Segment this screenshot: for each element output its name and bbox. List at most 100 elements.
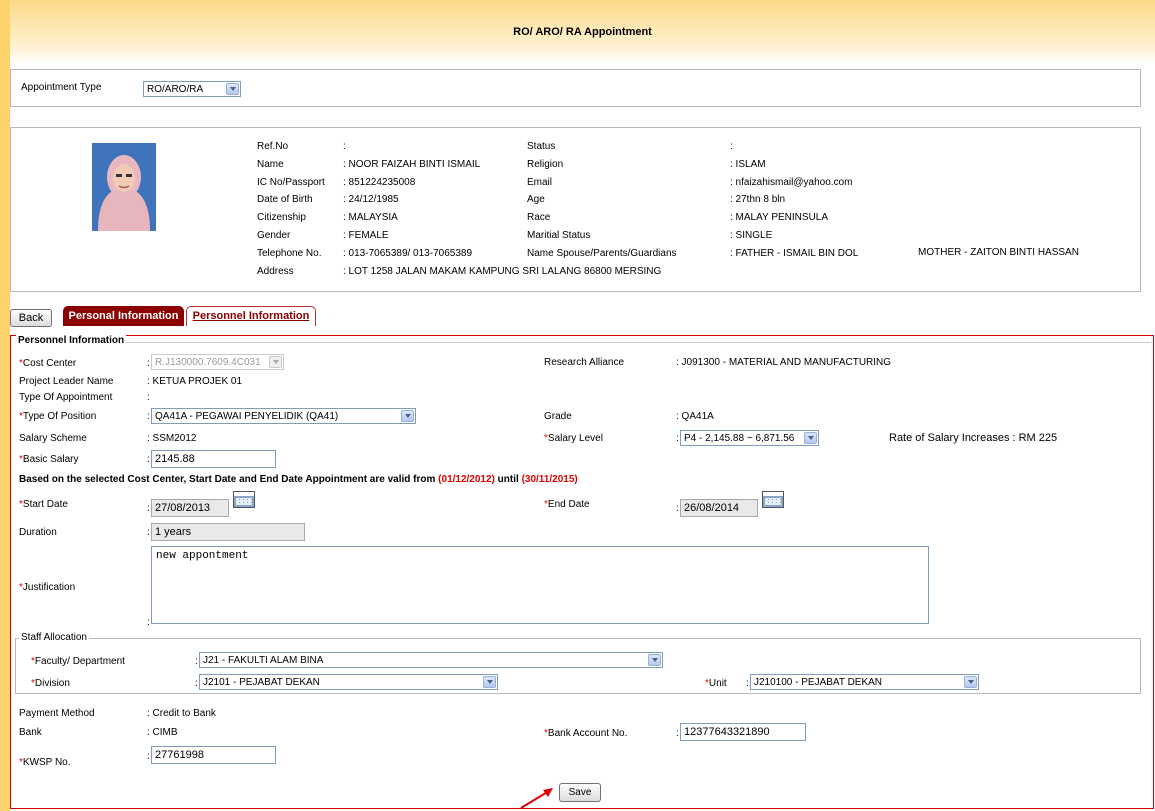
start-date-label: *Start Date: [19, 499, 68, 510]
salary-scheme-value: : SSM2012: [147, 433, 197, 444]
bank-account-input[interactable]: 12377643321890: [680, 723, 806, 741]
tab-personnel-information[interactable]: Personnel Information: [186, 306, 316, 326]
payment-method-value: : Credit to Bank: [147, 708, 216, 719]
appointment-type-value: RO/ARO/RA: [147, 84, 204, 95]
profile-field-value: : 24/12/1985: [343, 194, 399, 206]
duration-input[interactable]: 1 years: [151, 523, 305, 541]
type-appointment-label: Type Of Appointment: [19, 392, 113, 403]
mother-name: MOTHER - ZAITON BINTI HASSAN: [918, 247, 1079, 258]
staff-allocation-legend: Staff Allocation: [19, 632, 89, 643]
cost-center-select[interactable]: R.J130000.7609.4C031: [151, 354, 284, 370]
chevron-down-icon: [401, 410, 414, 422]
page-title: RO/ ARO/ RA Appointment: [513, 26, 652, 38]
profile-field-label: Name: [257, 158, 284, 170]
research-alliance-label: Research Alliance: [544, 357, 625, 368]
division-value: J2101 - PEJABAT DEKAN: [203, 677, 320, 688]
profile-field-value: : FATHER - ISMAIL BIN DOL: [730, 247, 859, 259]
profile-field-label: Ref.No: [257, 141, 289, 152]
profile-field-value: : LOT 1258 JALAN MAKAM KAMPUNG SRI LALAN…: [343, 265, 662, 277]
bank-label: Bank: [19, 727, 42, 738]
profile-field-value: :: [730, 141, 733, 152]
position-label: *Type Of Position: [19, 411, 97, 422]
faculty-select[interactable]: J21 - FAKULTI ALAM BINA: [199, 652, 663, 668]
unit-label: *Unit: [705, 678, 727, 689]
profile-field-label: Name Spouse/Parents/Guardians: [527, 247, 677, 259]
division-select[interactable]: J2101 - PEJABAT DEKAN: [199, 674, 498, 690]
profile-field-label: Email: [527, 176, 553, 188]
profile-field-label: Telephone No.: [257, 247, 322, 259]
colon: :: [147, 411, 150, 422]
payment-method-label: Payment Method: [19, 708, 95, 719]
colon: :: [147, 617, 150, 628]
grade-value: : QA41A: [676, 411, 714, 422]
appointment-type-label: Appointment Type: [21, 82, 102, 93]
type-appointment-value: :: [147, 392, 150, 403]
calendar-icon[interactable]: [233, 491, 255, 508]
appointment-type-panel: Appointment Type RO/ARO/RA: [10, 69, 1141, 107]
tab-personal-information[interactable]: Personal Information: [63, 306, 184, 326]
faculty-value: J21 - FAKULTI ALAM BINA: [203, 655, 324, 666]
position-value: QA41A - PEGAWAI PENYELIDIK (QA41): [155, 411, 339, 422]
page: RO/ ARO/ RA Appointment Appointment Type…: [10, 0, 1155, 811]
project-leader-value: : KETUA PROJEK 01: [147, 376, 243, 387]
profile-field-label: Address: [257, 265, 294, 277]
colon: :: [676, 503, 679, 514]
page-header: RO/ ARO/ RA Appointment: [10, 0, 1155, 64]
cost-center-label: *Cost Center: [19, 358, 77, 369]
profile-field-label: Maritial Status: [527, 230, 591, 241]
validity-notice: Based on the selected Cost Center, Start…: [19, 474, 578, 485]
salary-level-select[interactable]: P4 - 2,145.88 ~ 6,871.56: [680, 430, 819, 446]
justification-textarea[interactable]: new appontment: [151, 546, 929, 624]
end-date-input[interactable]: 26/08/2014: [680, 499, 758, 517]
profile-panel: Ref.No: Name : NOOR FAIZAH BINTI ISMAIL IC …: [10, 127, 1141, 292]
end-date-label: *End Date: [544, 499, 590, 510]
bank-account-label: *Bank Account No.: [544, 728, 628, 739]
profile-field-label: Status: [527, 141, 556, 152]
chevron-down-icon: [483, 676, 496, 688]
colon: :: [676, 433, 679, 444]
chevron-down-icon: [964, 676, 977, 688]
profile-field-label: Age: [527, 194, 545, 206]
chevron-down-icon: [226, 83, 239, 95]
back-button[interactable]: Back: [10, 309, 52, 327]
duration-label: Duration: [19, 527, 57, 538]
kwsp-input[interactable]: 27761998: [151, 746, 276, 764]
save-button[interactable]: Save: [559, 783, 601, 802]
profile-field-label: Date of Birth: [257, 194, 313, 206]
salary-level-label: *Salary Level: [544, 433, 603, 444]
profile-field-label: Gender: [257, 230, 291, 241]
start-date-input[interactable]: 27/08/2013: [151, 499, 229, 517]
justification-label: *Justification: [19, 582, 76, 593]
profile-field-value: : MALAY PENINSULA: [730, 212, 828, 224]
salary-level-value: P4 - 2,145.88 ~ 6,871.56: [684, 433, 795, 444]
colon: :: [746, 678, 749, 689]
profile-field-value: : 013-7065389/ 013-7065389: [343, 247, 473, 259]
calendar-icon[interactable]: [762, 491, 784, 508]
bank-value: : CIMB: [147, 727, 178, 738]
profile-field-value: : 27thn 8 bln: [730, 194, 786, 206]
colon: :: [147, 503, 150, 514]
cost-center-value: R.J130000.7609.4C031: [155, 357, 261, 368]
chevron-down-icon: [648, 654, 661, 666]
personnel-form: Personnel Information *Cost Center : R.J…: [10, 335, 1154, 809]
basic-salary-input[interactable]: 2145.88: [151, 450, 276, 468]
project-leader-label: Project Leader Name: [19, 376, 114, 387]
colon: :: [195, 656, 198, 667]
faculty-label: *Faculty/ Department: [31, 656, 125, 667]
unit-value: J210100 - PEJABAT DEKAN: [754, 677, 883, 688]
profile-field-label: Citizenship: [257, 212, 306, 224]
grade-label: Grade: [544, 411, 572, 422]
research-alliance-value: : J091300 - MATERIAL AND MANUFACTURING: [676, 357, 892, 368]
profile-field-value: : NOOR FAIZAH BINTI ISMAIL: [343, 158, 481, 170]
appointment-type-select[interactable]: RO/ARO/RA: [143, 81, 241, 97]
position-select[interactable]: QA41A - PEGAWAI PENYELIDIK (QA41): [151, 408, 416, 424]
profile-field-label: IC No/Passport: [257, 176, 325, 188]
profile-field-value: : SINGLE: [730, 230, 773, 241]
profile-field-value: : nfaizahismail@yahoo.com: [730, 176, 853, 188]
profile-field-value: : FEMALE: [343, 230, 389, 241]
profile-field-label: Religion: [527, 158, 564, 170]
division-label: *Division: [31, 678, 70, 689]
kwsp-label: *KWSP No.: [19, 757, 71, 768]
unit-select[interactable]: J210100 - PEJABAT DEKAN: [750, 674, 979, 690]
photo-icon: [92, 143, 156, 231]
